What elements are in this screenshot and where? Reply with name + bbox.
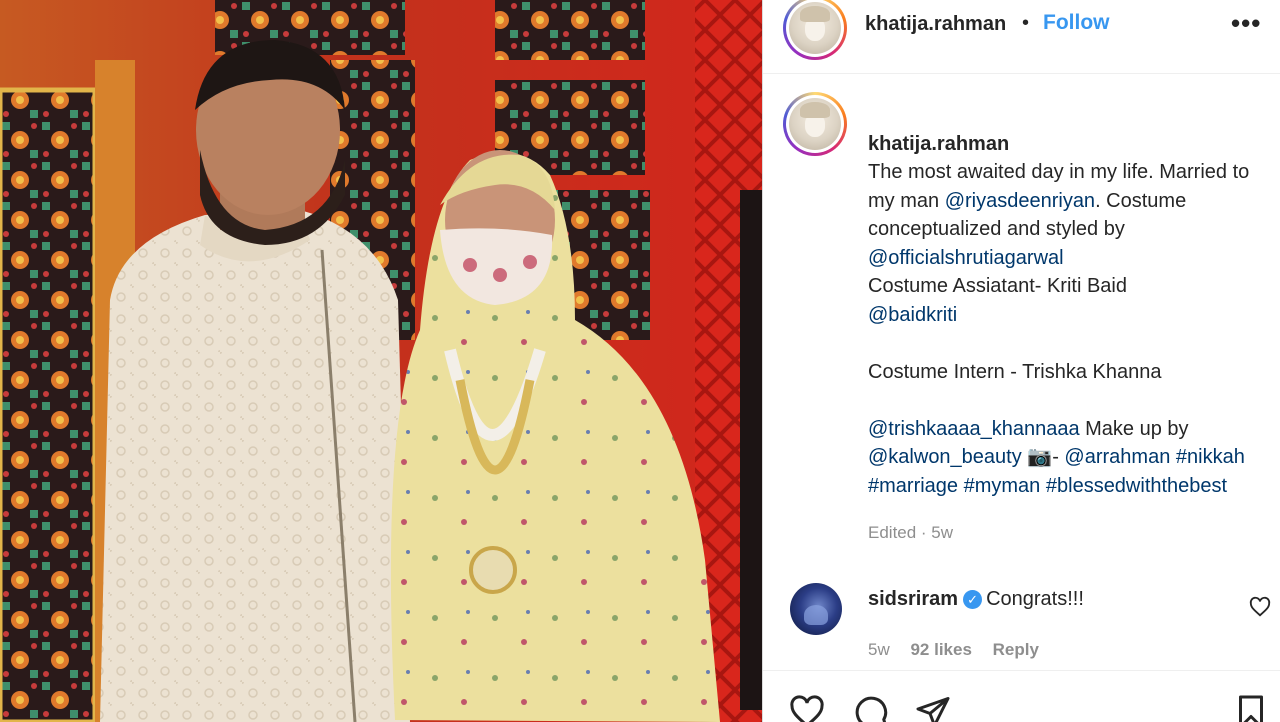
caption-edited-timestamp: Edited · 5w	[868, 523, 954, 542]
caption-link[interactable]: #marriage	[868, 475, 958, 497]
caption-link[interactable]: #nikkah	[1176, 446, 1245, 468]
caption-avatar-image	[789, 98, 841, 150]
comment-icon[interactable]	[853, 694, 889, 722]
caption-text: Costume Assiatant- Kriti Baid	[868, 275, 1127, 297]
author-username[interactable]: khatija.rahman	[865, 13, 1006, 36]
header-separator: •	[1022, 12, 1030, 34]
post-side-panel: khatija.rahman • Follow ••• khatija.rahm…	[762, 0, 1280, 722]
bookmark-icon[interactable]	[1233, 694, 1269, 722]
post-header: khatija.rahman • Follow •••	[763, 0, 1280, 74]
caption-link[interactable]: @baidkriti	[868, 304, 957, 326]
heart-icon[interactable]	[789, 694, 825, 722]
caption-text: 📷-	[1021, 446, 1065, 468]
author-avatar-image	[789, 2, 841, 54]
post-image[interactable]	[0, 0, 762, 722]
more-options-icon[interactable]: •••	[1231, 8, 1261, 39]
wedding-photo	[0, 0, 762, 722]
comment-age: 5w	[868, 640, 890, 659]
comment: sidsriram ✓ Congrats!!!	[868, 588, 1084, 611]
comment-username[interactable]: sidsriram	[868, 588, 958, 610]
verified-badge-icon: ✓	[963, 590, 983, 609]
comment-meta: 5w 92 likes Reply	[868, 640, 1055, 660]
caption-link[interactable]: #blessedwiththebest	[1046, 475, 1227, 497]
post-caption: khatija.rahman The most awaited day in m…	[868, 101, 1263, 500]
caption-username[interactable]: khatija.rahman	[868, 133, 1009, 155]
commenter-avatar[interactable]	[790, 583, 842, 635]
caption-link[interactable]: @officialshrutiagarwal	[868, 247, 1064, 269]
caption-author-avatar[interactable]	[783, 92, 847, 156]
caption-link[interactable]: #myman	[964, 475, 1041, 497]
comment-text: Congrats!!!	[986, 588, 1084, 610]
follow-button[interactable]: Follow	[1043, 11, 1110, 35]
comment-likes-count[interactable]: 92 likes	[910, 640, 971, 659]
caption-link[interactable]: @trishkaaaa_khannaaa	[868, 418, 1080, 440]
post-actions	[763, 670, 1280, 722]
author-avatar[interactable]	[783, 0, 847, 60]
caption-link[interactable]: @kalwon_beauty	[868, 446, 1022, 468]
share-icon[interactable]	[915, 694, 951, 722]
comment-like-heart-icon[interactable]	[1249, 596, 1271, 618]
caption-link[interactable]: @riyasdeenriyan	[945, 190, 1095, 212]
comment-reply-button[interactable]: Reply	[993, 640, 1039, 659]
caption-text: Costume Intern - Trishka Khanna	[868, 360, 1162, 383]
caption-text: Make up by	[1079, 417, 1189, 440]
caption-link[interactable]: @arrahman	[1064, 446, 1170, 468]
